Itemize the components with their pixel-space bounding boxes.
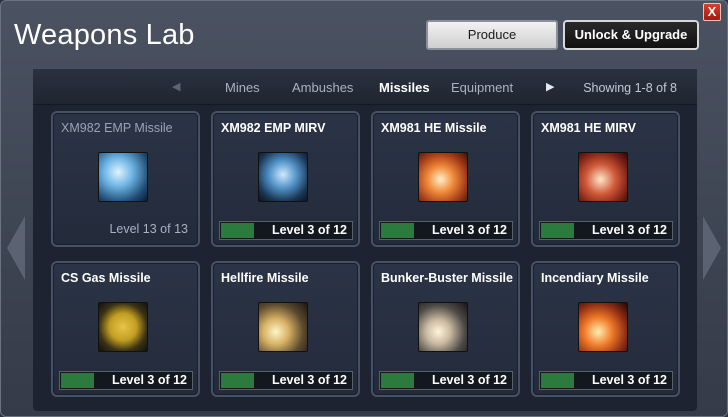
- weapon-level: Level 3 of 12: [591, 373, 667, 387]
- tab-missiles[interactable]: Missiles: [379, 80, 430, 95]
- weapon-card[interactable]: Incendiary Missile Level 3 of 12: [531, 261, 680, 397]
- bunker-buster-icon: [418, 302, 468, 352]
- unlock-upgrade-button[interactable]: Unlock & Upgrade: [563, 20, 699, 50]
- produce-button[interactable]: Produce: [426, 20, 558, 50]
- tab-mines[interactable]: Mines: [225, 80, 260, 95]
- level-progress-bar: Level 3 of 12: [219, 371, 353, 390]
- page-next-arrow-icon[interactable]: [703, 216, 721, 280]
- window-title: Weapons Lab: [14, 19, 195, 51]
- weapon-level: Level 3 of 12: [271, 373, 347, 387]
- weapon-level: Level 3 of 12: [271, 223, 347, 237]
- level-progress-fill: [541, 373, 574, 388]
- emp-mirv-icon: [258, 152, 308, 202]
- weapon-level: Level 3 of 12: [431, 223, 507, 237]
- emp-missile-icon: [98, 152, 148, 202]
- incendiary-missile-icon: [578, 302, 628, 352]
- tab-equipment[interactable]: Equipment: [451, 80, 513, 95]
- weapon-card[interactable]: XM982 EMP Missile Level 13 of 13: [51, 111, 200, 247]
- tab-next-arrow-icon[interactable]: ▶: [546, 80, 554, 93]
- weapon-level: Level 13 of 13: [109, 222, 188, 236]
- weapon-level: Level 3 of 12: [591, 223, 667, 237]
- weapons-lab-window: Weapons Lab X Produce Unlock & Upgrade ◀…: [0, 0, 728, 417]
- weapon-name: Hellfire Missile: [221, 271, 309, 285]
- level-progress-fill: [541, 223, 574, 238]
- close-button[interactable]: X: [703, 3, 721, 21]
- level-progress-fill: [61, 373, 94, 388]
- weapon-name: Incendiary Missile: [541, 271, 649, 285]
- level-progress-bar: Level 3 of 12: [379, 371, 513, 390]
- tab-prev-arrow-icon[interactable]: ◀: [172, 80, 180, 93]
- weapon-name: XM982 EMP Missile: [61, 121, 173, 135]
- gas-missile-icon: [98, 302, 148, 352]
- weapon-name: Bunker-Buster Missile: [381, 271, 513, 285]
- hellfire-missile-icon: [258, 302, 308, 352]
- weapon-name: XM982 EMP MIRV: [221, 121, 326, 135]
- weapon-name: CS Gas Missile: [61, 271, 151, 285]
- level-progress-fill: [221, 223, 254, 238]
- weapon-card[interactable]: XM981 HE MIRV Level 3 of 12: [531, 111, 680, 247]
- level-progress-bar: Level 3 of 12: [539, 371, 673, 390]
- level-progress-bar: Level 3 of 12: [219, 221, 353, 240]
- weapon-card[interactable]: CS Gas Missile Level 3 of 12: [51, 261, 200, 397]
- level-progress-fill: [221, 373, 254, 388]
- he-mirv-icon: [578, 152, 628, 202]
- level-progress-bar: Level 3 of 12: [539, 221, 673, 240]
- page-prev-arrow-icon[interactable]: [7, 216, 25, 280]
- weapon-card[interactable]: Hellfire Missile Level 3 of 12: [211, 261, 360, 397]
- level-progress-bar: Level 3 of 12: [59, 371, 193, 390]
- level-progress-fill: [381, 223, 414, 238]
- weapon-card[interactable]: XM982 EMP MIRV Level 3 of 12: [211, 111, 360, 247]
- tab-ambushes[interactable]: Ambushes: [292, 80, 353, 95]
- weapon-name: XM981 HE Missile: [381, 121, 487, 135]
- weapon-level: Level 3 of 12: [111, 373, 187, 387]
- level-progress-bar: Level 3 of 12: [379, 221, 513, 240]
- weapon-card[interactable]: Bunker-Buster Missile Level 3 of 12: [371, 261, 520, 397]
- weapon-card[interactable]: XM981 HE Missile Level 3 of 12: [371, 111, 520, 247]
- weapon-level: Level 3 of 12: [431, 373, 507, 387]
- level-progress-fill: [381, 373, 414, 388]
- weapon-name: XM981 HE MIRV: [541, 121, 636, 135]
- he-missile-icon: [418, 152, 468, 202]
- category-tabbar: ◀ Mines Ambushes Missiles Equipment ▶ Sh…: [33, 69, 697, 105]
- showing-count: Showing 1-8 of 8: [583, 81, 677, 95]
